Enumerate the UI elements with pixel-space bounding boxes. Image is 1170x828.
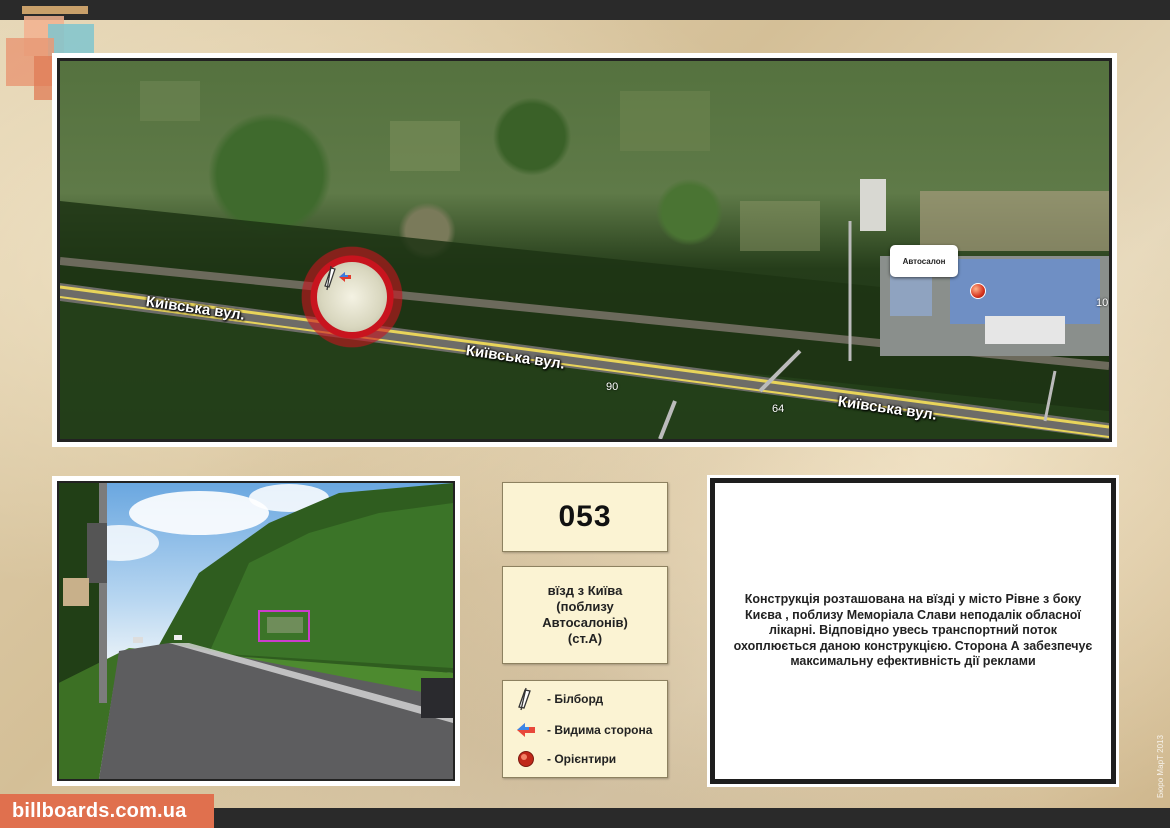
description-panel: Конструкція розташована на вїзді у місто… — [710, 478, 1116, 784]
street-photo[interactable] — [57, 481, 455, 781]
road-number-90: 90 — [606, 381, 619, 393]
billboard-code: 053 — [558, 500, 612, 533]
address-box: вїзд з Київа (поблизу Автосалонів) (ст.А… — [502, 566, 668, 664]
billboard-marker-center[interactable] — [317, 262, 387, 332]
address-line-4: (ст.А) — [567, 631, 603, 646]
legend-item-visible-side: - Видима сторона — [513, 718, 652, 742]
road-number-64: 64 — [772, 403, 785, 415]
billboard-icon — [513, 687, 539, 711]
landmark-dot-icon[interactable] — [970, 283, 986, 299]
landmark-dot-icon — [513, 747, 539, 771]
copyright-text: Бюро МарТ 2013 — [1156, 735, 1165, 798]
photo-frame — [52, 476, 460, 786]
map-frame: Київська вул. Київська вул. Київська вул… — [52, 53, 1117, 447]
legend-box: - Білборд - Видима сторона - Орієнтири — [502, 680, 668, 778]
legend-item-landmarks: - Орієнтири — [513, 747, 616, 771]
site-logo-link[interactable]: billboards.com.ua — [0, 794, 214, 828]
legend-item-billboard: - Білборд — [513, 687, 603, 711]
legend-label-billboard: - Білборд — [547, 692, 604, 706]
address-line-3: Автосалонів) — [542, 615, 628, 630]
address-line-1: вїзд з Київа — [547, 583, 623, 598]
satellite-map[interactable]: Київська вул. Київська вул. Київська вул… — [57, 58, 1112, 442]
legend-label-landmarks: - Орієнтири — [547, 752, 617, 766]
billboard-icon — [324, 265, 351, 291]
address-text: вїзд з Київа (поблизу Автосалонів) (ст.А… — [542, 583, 628, 647]
landmark-callout: Автосалон — [890, 245, 958, 277]
address-line-2: (поблизу — [556, 599, 614, 614]
road-number-10: 10 — [1096, 297, 1109, 309]
billboard-code-box: 053 — [502, 482, 668, 552]
legend-label-visible-side: - Видима сторона — [547, 723, 653, 737]
top-bar — [0, 0, 1170, 20]
site-logo-text: billboards.com.ua — [12, 799, 187, 822]
description-text: Конструкція розташована на вїзді у місто… — [733, 592, 1093, 669]
photo-scene — [59, 483, 453, 779]
visible-side-arrow-icon — [513, 718, 539, 742]
